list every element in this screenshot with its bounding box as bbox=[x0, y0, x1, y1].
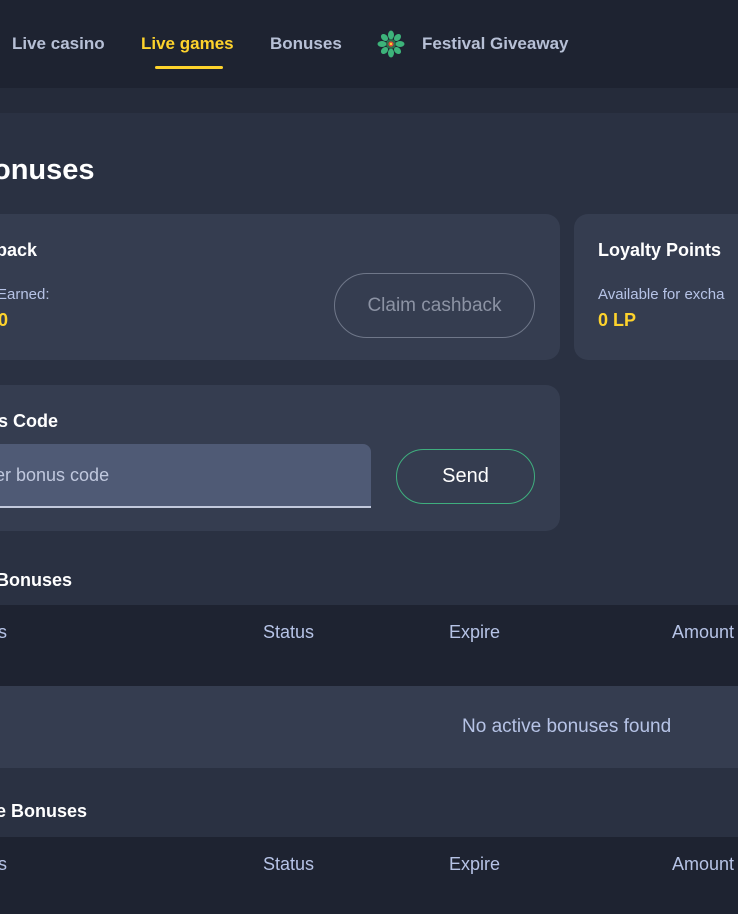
nav-item-bonuses[interactable]: Bonuses bbox=[270, 34, 342, 54]
top-navigation: Live casino Live games Bonuses Festival … bbox=[0, 0, 738, 88]
column-header-amount: Amount bbox=[672, 854, 735, 874]
loyalty-title: Loyalty Points bbox=[598, 240, 722, 260]
column-header-name: s bbox=[0, 622, 7, 642]
page-title: onuses bbox=[0, 154, 95, 186]
claim-cashback-button[interactable]: Claim cashback bbox=[334, 273, 535, 338]
nav-item-festival-giveaway[interactable]: Festival Giveaway bbox=[422, 34, 568, 54]
column-header-expire: Expire bbox=[449, 854, 501, 874]
bonus-code-title: s Code bbox=[0, 411, 59, 431]
active-bonuses-table-header: s Status Expire Amount bbox=[0, 605, 738, 686]
cashback-earned-label: Earned: bbox=[0, 286, 50, 303]
column-header-status: Status bbox=[263, 854, 315, 874]
festival-wreath-icon[interactable] bbox=[377, 30, 405, 58]
other-bonuses-table-header: s Status Expire Amount bbox=[0, 837, 738, 914]
bonus-code-field bbox=[0, 444, 371, 508]
loyalty-available-label: Available for excha bbox=[598, 286, 725, 303]
cashback-title: back bbox=[0, 240, 38, 260]
nav-item-live-casino[interactable]: Live casino bbox=[12, 34, 105, 54]
loyalty-points-value: 0 LP bbox=[598, 310, 637, 330]
column-header-name: s bbox=[0, 854, 7, 874]
send-button[interactable]: Send bbox=[396, 449, 535, 504]
active-bonuses-title: Bonuses bbox=[0, 570, 73, 590]
column-header-expire: Expire bbox=[449, 622, 501, 642]
active-tab-indicator bbox=[155, 66, 223, 69]
empty-state-text: No active bonuses found bbox=[462, 716, 672, 737]
bonus-code-input[interactable] bbox=[0, 444, 371, 506]
column-header-amount: Amount bbox=[672, 622, 735, 642]
other-bonuses-title: e Bonuses bbox=[0, 801, 88, 821]
column-header-status: Status bbox=[263, 622, 315, 642]
nav-item-live-games[interactable]: Live games bbox=[141, 34, 234, 54]
cashback-earned-value: 0 bbox=[0, 310, 9, 330]
